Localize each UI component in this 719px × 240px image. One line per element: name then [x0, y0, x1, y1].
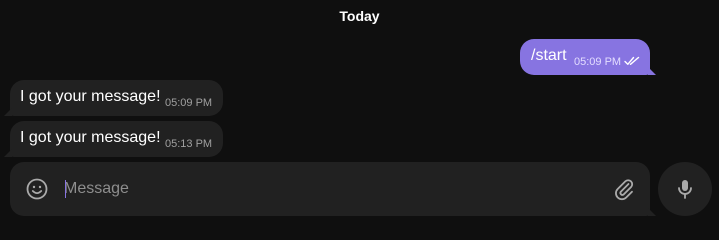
- message-composer: [10, 162, 656, 216]
- message-time: 05:13 PM: [165, 138, 213, 150]
- double-check-icon: [624, 56, 640, 65]
- text-cursor: [65, 180, 66, 198]
- paperclip-icon[interactable]: [612, 177, 636, 201]
- emoji-icon[interactable]: [25, 177, 49, 201]
- message-time: 05:09 PM: [574, 56, 622, 68]
- message-text: /start: [531, 47, 567, 64]
- message-bubble-incoming[interactable]: I got your message! 05:13 PM: [4, 121, 223, 157]
- message-bubble-outgoing[interactable]: /start 05:09 PM: [520, 39, 656, 75]
- microphone-button[interactable]: [658, 162, 712, 216]
- message-text: I got your message!: [20, 129, 161, 146]
- message-bubble-incoming[interactable]: I got your message! 05:09 PM: [4, 80, 223, 116]
- message-time: 05:09 PM: [165, 97, 213, 109]
- chat-view: Today /start 05:09 PM I got your message…: [0, 0, 719, 226]
- message-input[interactable]: [64, 174, 594, 204]
- microphone-icon: [678, 180, 692, 199]
- message-text: I got your message!: [20, 88, 161, 105]
- date-separator: Today: [339, 8, 380, 24]
